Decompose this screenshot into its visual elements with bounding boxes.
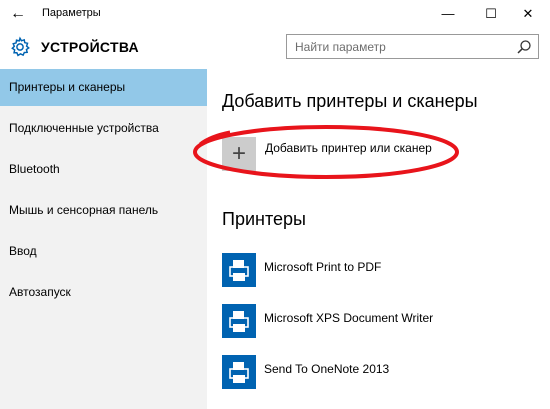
window-title: Параметры [42, 7, 101, 19]
annotation-ellipse [193, 125, 459, 179]
sidebar-item-mouse-touchpad[interactable]: Мышь и сенсорная панель [0, 192, 207, 229]
printer-item[interactable]: Send To OneNote 2013 [222, 355, 542, 389]
sidebar-item-printers[interactable]: Принтеры и сканеры [0, 69, 207, 106]
page-title: УСТРОЙСТВА [41, 39, 139, 55]
printer-name: Send To OneNote 2013 [264, 362, 390, 376]
back-arrow-icon[interactable]: ← [9, 5, 27, 23]
printer-name: Microsoft XPS Document Writer [264, 311, 434, 325]
sidebar-item-input[interactable]: Ввод [0, 233, 207, 270]
sidebar-item-bluetooth[interactable]: Bluetooth [0, 151, 207, 188]
maximize-button[interactable]: ☐ [476, 3, 506, 25]
search-icon[interactable] [516, 39, 532, 55]
gear-icon [11, 36, 30, 57]
close-button[interactable]: ✕ [513, 3, 543, 25]
add-section-title: Добавить принтеры и сканеры [222, 91, 478, 111]
sidebar: Принтеры и сканеры Подключенные устройст… [0, 69, 207, 409]
search-input[interactable] [287, 35, 507, 58]
printer-name: Microsoft Print to PDF [264, 260, 382, 274]
title-bar: ← Параметры — ☐ ✕ [0, 0, 550, 29]
printer-item[interactable]: Microsoft Print to PDF [222, 253, 542, 287]
printers-title: Принтеры [222, 209, 306, 229]
sidebar-item-autoplay[interactable]: Автозапуск [0, 274, 207, 311]
search-box[interactable] [286, 34, 539, 59]
minimize-button[interactable]: — [433, 3, 463, 25]
printer-icon [222, 304, 256, 338]
sidebar-item-connected-devices[interactable]: Подключенные устройства [0, 110, 207, 147]
printer-icon [222, 253, 256, 287]
printer-icon [222, 355, 256, 389]
printer-item[interactable]: Microsoft XPS Document Writer [222, 304, 542, 338]
